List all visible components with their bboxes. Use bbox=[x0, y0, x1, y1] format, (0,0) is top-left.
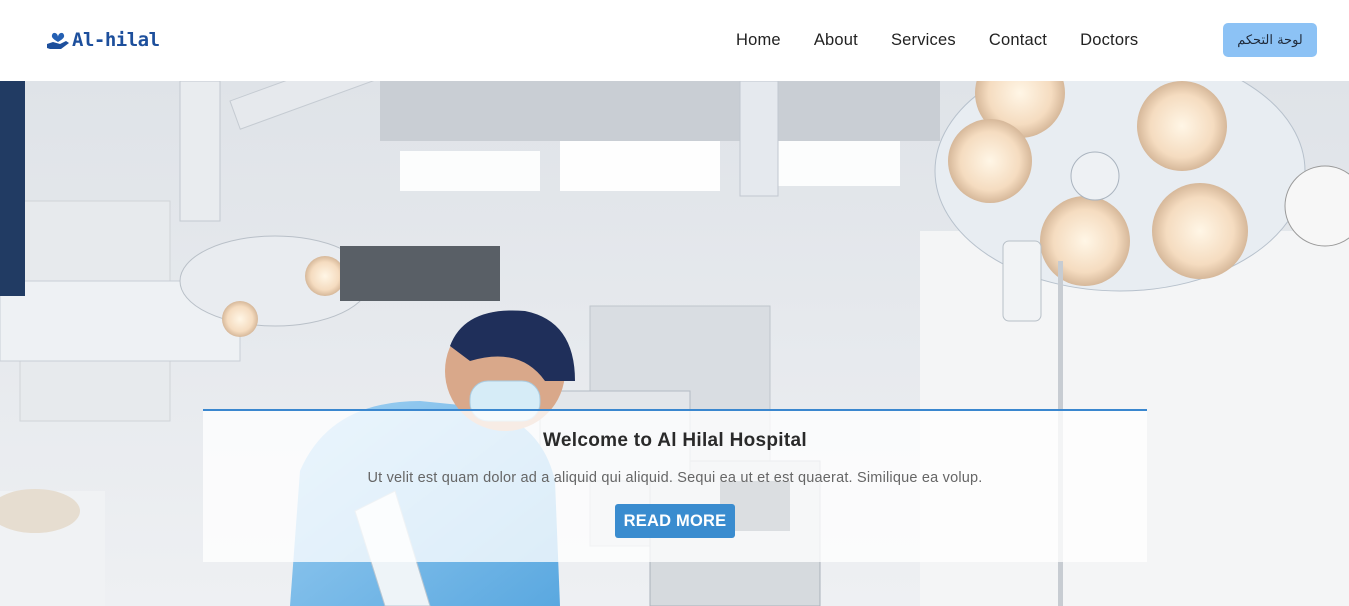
hero-subtitle: Ut velit est quam dolor ad a aliquid qui… bbox=[367, 470, 983, 486]
brand-logo[interactable]: Al-hilal bbox=[44, 26, 160, 54]
nav-link-services[interactable]: Services bbox=[891, 31, 956, 50]
heart-hand-icon bbox=[47, 32, 69, 49]
navbar: Al-hilal Home About Services Contact Doc… bbox=[0, 0, 1349, 81]
nav-link-contact[interactable]: Contact bbox=[989, 31, 1047, 50]
welcome-card: Welcome to Al Hilal Hospital Ut velit es… bbox=[203, 409, 1147, 562]
nav-link-doctors[interactable]: Doctors bbox=[1080, 31, 1138, 50]
nav-link-home[interactable]: Home bbox=[736, 31, 781, 50]
dashboard-button[interactable]: لوحة التحكم bbox=[1223, 23, 1317, 57]
nav-link-about[interactable]: About bbox=[814, 31, 858, 50]
main-nav: Home About Services Contact Doctors bbox=[736, 28, 1138, 52]
brand-name: Al-hilal bbox=[72, 29, 160, 51]
hero-section: Welcome to Al Hilal Hospital Ut velit es… bbox=[0, 81, 1349, 606]
hero-title: Welcome to Al Hilal Hospital bbox=[543, 430, 807, 451]
read-more-button[interactable]: READ MORE bbox=[615, 504, 735, 538]
